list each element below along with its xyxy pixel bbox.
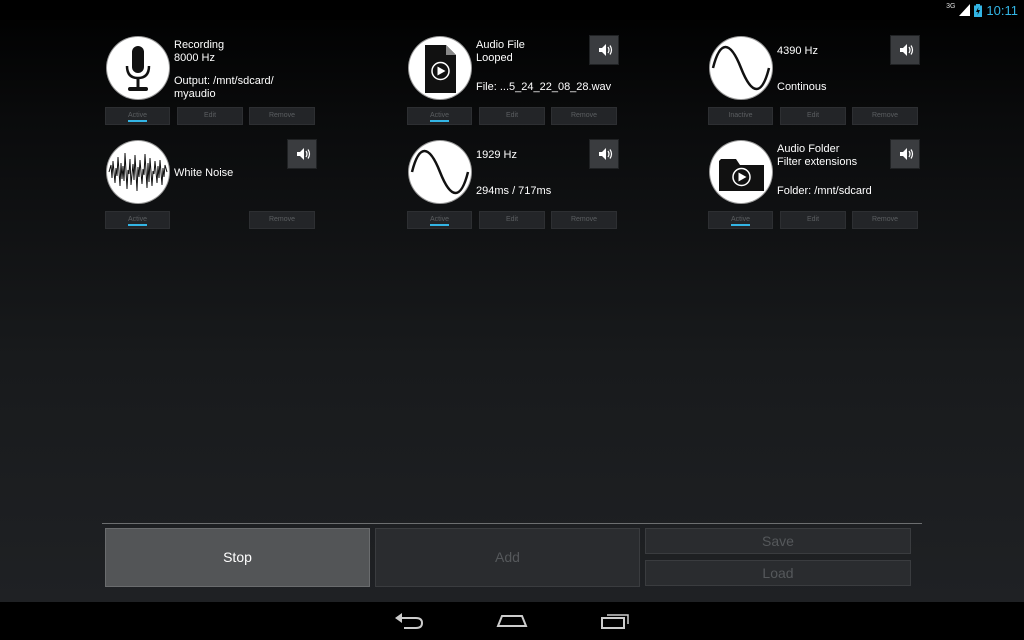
audio-folder-avatar[interactable]: [710, 141, 772, 203]
recent-apps-icon[interactable]: [600, 612, 630, 630]
edit-button[interactable]: Edit: [177, 107, 243, 125]
edit-button[interactable]: Edit: [479, 211, 545, 229]
audio-folder-icon: [719, 159, 764, 191]
source-tile-sine-1929: 1929 Hz 294ms / 717ms Active Edit Remove: [407, 139, 619, 239]
audio-file-path: File: ...5_24_22_08_28.wav: [476, 81, 612, 93]
signal-icon: [959, 4, 971, 16]
save-button[interactable]: Save: [645, 528, 911, 554]
recording-output-name: myaudio: [174, 88, 216, 100]
mute-button[interactable]: [589, 139, 619, 169]
active-toggle-button[interactable]: Inactive: [708, 107, 773, 125]
battery-charging-icon: [974, 3, 983, 17]
remove-button[interactable]: Remove: [852, 211, 918, 229]
edit-button[interactable]: Edit: [780, 211, 846, 229]
speaker-icon: [599, 148, 613, 160]
recording-output-path: Output: /mnt/sdcard/: [174, 75, 274, 87]
active-toggle-button[interactable]: Active: [105, 211, 170, 229]
mute-button[interactable]: [890, 139, 920, 169]
audio-file-mode: Looped: [476, 52, 513, 64]
load-button[interactable]: Load: [645, 560, 911, 586]
remove-button[interactable]: Remove: [551, 211, 617, 229]
network-type-label: 3G: [946, 2, 956, 10]
sine-wave-avatar[interactable]: [409, 141, 471, 203]
source-tile-audio-file: Audio File Looped File: ...5_24_22_08_28…: [407, 35, 619, 135]
speaker-icon: [900, 148, 914, 160]
active-toggle-button[interactable]: Active: [105, 107, 170, 125]
sine-wave-icon: [711, 46, 771, 90]
recording-rate: 8000 Hz: [174, 52, 215, 64]
status-bar: 3G 10:11: [0, 0, 1024, 20]
speaker-icon: [297, 148, 311, 160]
divider: [102, 523, 922, 524]
speaker-icon: [900, 44, 914, 56]
white-noise-avatar[interactable]: [107, 141, 169, 203]
mute-button[interactable]: [589, 35, 619, 65]
back-icon[interactable]: [394, 612, 424, 630]
audio-file-avatar[interactable]: [409, 37, 471, 99]
white-noise-title: White Noise: [174, 167, 234, 179]
sine-duration: Continous: [777, 81, 827, 93]
source-tile-white-noise: White Noise Active Remove: [105, 139, 317, 239]
speaker-icon: [599, 44, 613, 56]
remove-button[interactable]: Remove: [551, 107, 617, 125]
add-button[interactable]: Add: [375, 528, 640, 587]
home-icon[interactable]: [496, 612, 528, 628]
audio-folder-path: Folder: /mnt/sdcard: [777, 185, 872, 197]
active-toggle-button[interactable]: Active: [708, 211, 773, 229]
remove-button[interactable]: Remove: [249, 107, 315, 125]
clock: 10:11: [986, 2, 1018, 18]
edit-button[interactable]: Edit: [479, 107, 545, 125]
sine-wave-avatar[interactable]: [710, 37, 772, 99]
white-noise-icon: [108, 152, 168, 192]
remove-button[interactable]: Remove: [249, 211, 315, 229]
audio-folder-filter: Filter extensions: [777, 156, 858, 168]
audio-file-icon: [425, 45, 456, 93]
active-toggle-button[interactable]: Active: [407, 211, 472, 229]
audio-file-title: Audio File: [476, 39, 525, 51]
stop-button[interactable]: Stop: [105, 528, 370, 587]
source-tile-audio-folder: Audio Folder Filter extensions Folder: /…: [708, 139, 920, 239]
sine-wave-icon: [410, 150, 470, 194]
microphone-avatar[interactable]: [107, 37, 169, 99]
edit-button[interactable]: Edit: [780, 107, 846, 125]
recording-title: Recording: [174, 39, 225, 51]
status-icons: 3G 10:11: [946, 2, 1018, 18]
microphone-icon: [125, 46, 151, 91]
navigation-bar: [0, 602, 1024, 640]
sine-duration: 294ms / 717ms: [476, 185, 552, 197]
mute-button[interactable]: [287, 139, 317, 169]
source-tile-sine-4390: 4390 Hz Continous Inactive Edit Remove: [708, 35, 920, 135]
sine-frequency: 4390 Hz: [777, 45, 818, 57]
source-tile-recording: Recording 8000 Hz Output: /mnt/sdcard/ m…: [105, 35, 317, 135]
active-toggle-button[interactable]: Active: [407, 107, 472, 125]
remove-button[interactable]: Remove: [852, 107, 918, 125]
mute-button[interactable]: [890, 35, 920, 65]
audio-folder-title: Audio Folder: [777, 143, 840, 155]
sine-frequency: 1929 Hz: [476, 149, 517, 161]
